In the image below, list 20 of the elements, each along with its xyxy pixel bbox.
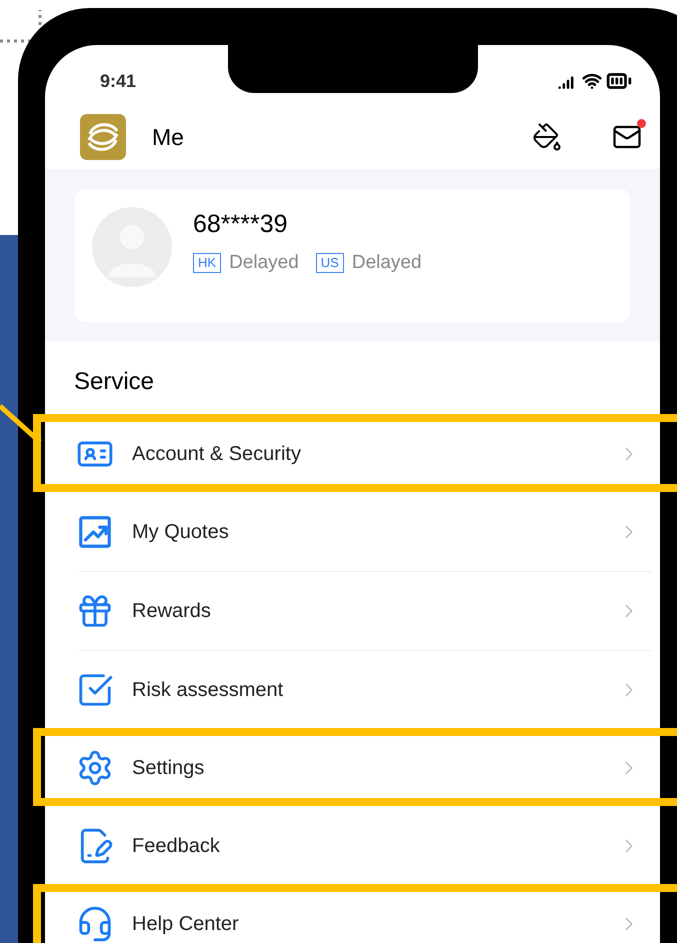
menu-item[interactable]: Rewards: [45, 572, 660, 650]
leader-line: [0, 404, 42, 444]
menu-item[interactable]: Risk assessment: [45, 651, 660, 729]
app-logo: [80, 114, 126, 160]
chart-icon: [76, 513, 114, 551]
paint-bucket-icon[interactable]: [532, 122, 562, 152]
account-number: 68****39: [193, 209, 289, 240]
menu-item[interactable]: Account & Security: [45, 415, 660, 493]
menu-item[interactable]: Help Center: [45, 885, 660, 943]
menu-item[interactable]: My Quotes: [45, 493, 660, 571]
menu-item[interactable]: Settings: [45, 729, 660, 807]
market-badge: US: [316, 253, 344, 274]
page-title: Me: [152, 122, 184, 152]
menu-item[interactable]: Feedback: [45, 807, 660, 885]
status-time: 9:41: [100, 70, 136, 92]
wifi-icon: [582, 71, 602, 91]
quote-status: Delayed: [229, 251, 299, 275]
quote-status: Delayed: [352, 251, 422, 275]
section-title: Service: [73, 367, 156, 397]
market-badge: HK: [193, 253, 222, 274]
